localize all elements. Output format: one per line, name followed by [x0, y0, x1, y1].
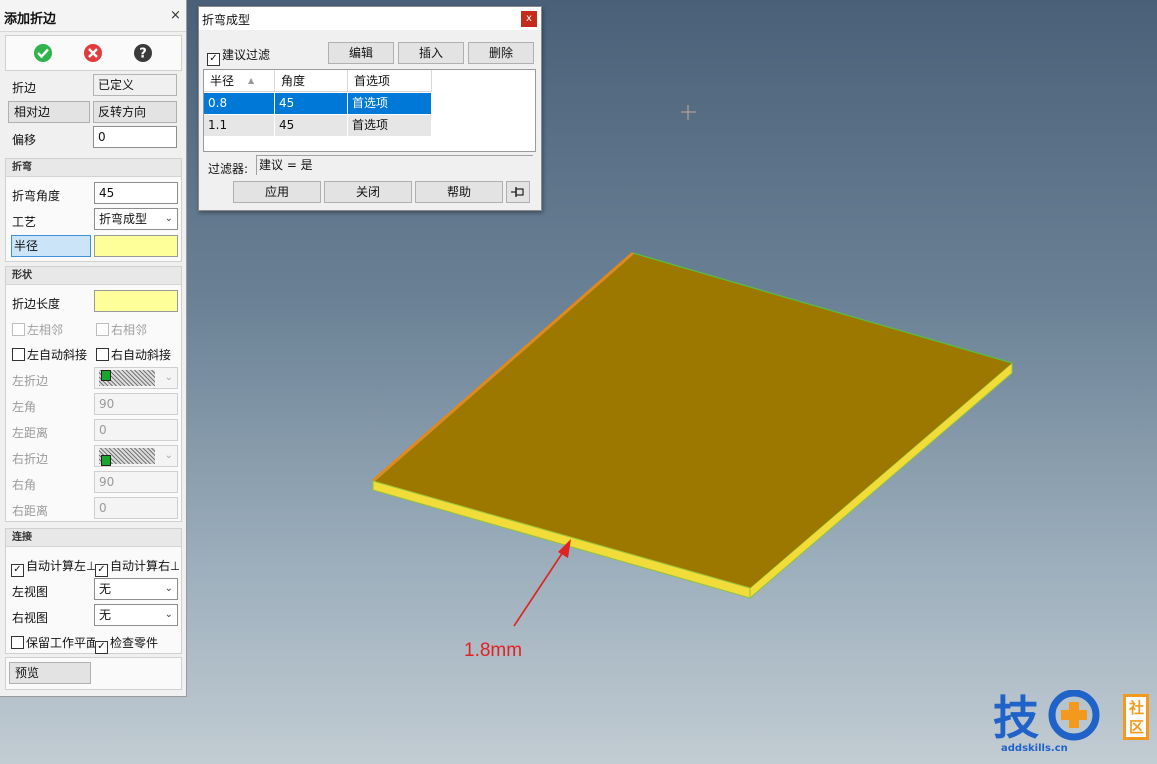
close-button[interactable]: 关闭 [324, 181, 412, 203]
pin-button[interactable] [506, 181, 530, 203]
logo-url: addskills.cn [1001, 743, 1068, 754]
pin-icon [511, 187, 524, 197]
table-row[interactable]: 1.1 45 首选项 [204, 115, 432, 136]
edit-button[interactable]: 编辑 [328, 42, 394, 64]
column-header-radius-label: 半径 [210, 74, 235, 88]
badge-char-she: 社 [1129, 699, 1145, 717]
apply-button[interactable]: 应用 [233, 181, 321, 203]
filter-expression: 建议 = 是 [256, 155, 533, 175]
filter-label: 过滤器: [208, 162, 249, 176]
column-header-angle[interactable]: 角度 [275, 70, 348, 92]
sheet-metal-plate[interactable] [372, 251, 1013, 600]
insert-button[interactable]: 插入 [398, 42, 464, 64]
badge-char-qu: 区 [1129, 718, 1145, 736]
cell-radius: 0.8 [204, 93, 275, 114]
cell-preferred: 首选项 [348, 115, 432, 136]
dialog-close-button[interactable]: x [521, 11, 537, 27]
cell-preferred: 首选项 [348, 93, 432, 114]
suggest-filter-label: 建议过滤 [222, 48, 271, 62]
suggest-filter-checkbox[interactable]: ✓ 建议过滤 [207, 46, 270, 66]
logo-main-char: 技 [993, 691, 1039, 745]
sort-up-icon: ▲ [248, 76, 255, 85]
delete-button[interactable]: 删除 [468, 42, 534, 64]
dialog-title: 折弯成型 [202, 13, 251, 27]
cell-radius: 1.1 [204, 115, 275, 136]
crosshair-icon [681, 105, 696, 120]
bend-forming-dialog: 折弯成型 x ✓ 建议过滤 编辑 插入 删除 半径 ▲ 角度 首选项 0.8 45… [198, 6, 542, 211]
column-header-preferred[interactable]: 首选项 [348, 70, 432, 92]
watermark-logo: 技 社 区 addskills.cn [993, 690, 1153, 760]
annotation-arrow [513, 539, 571, 627]
plus-circle-icon [1048, 690, 1100, 741]
column-header-radius[interactable]: 半径 ▲ [204, 70, 275, 92]
cell-angle: 45 [275, 115, 348, 136]
community-badge: 社 区 [1123, 694, 1149, 740]
thickness-annotation: 1.8mm [464, 640, 523, 661]
help-button[interactable]: 帮助 [415, 181, 503, 203]
dialog-titlebar: 折弯成型 x [199, 7, 541, 30]
cell-angle: 45 [275, 93, 348, 114]
viewport-3d[interactable] [0, 0, 1157, 764]
table-row[interactable]: 0.8 45 首选项 [204, 93, 432, 114]
radius-table: 半径 ▲ 角度 首选项 0.8 45 首选项 1.1 45 首选项 [203, 69, 536, 152]
